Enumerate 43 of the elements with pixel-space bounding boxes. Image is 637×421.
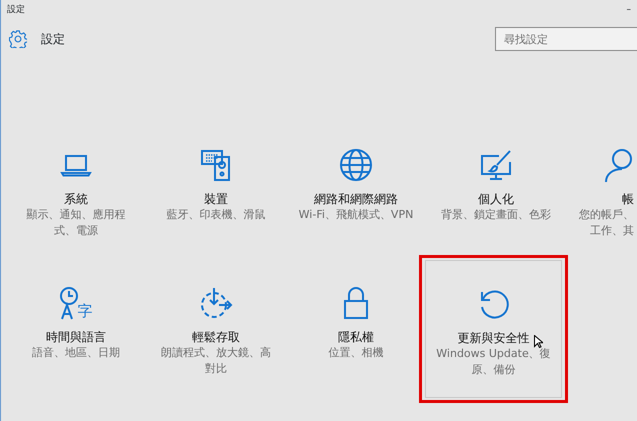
page-title: 設定: [41, 31, 65, 48]
tile-description: 顯示、通知、應用程: [26, 207, 126, 223]
tile-description: 語音、地區、日期: [32, 345, 120, 361]
tile-description: 原、備份: [470, 362, 516, 378]
settings-tile[interactable]: 網路和網際網路 Wi-Fi、飛航模式、VPN: [286, 122, 426, 260]
tile-description: Wi-Fi、飛航模式、VPN: [298, 207, 414, 223]
dashed-circle-arrow-icon: [199, 286, 233, 320]
settings-tile[interactable]: 裝置 藍牙、印表機、滑鼠: [146, 122, 286, 260]
tile-title: 系統: [64, 191, 88, 207]
settings-icon: [9, 30, 27, 48]
settings-tile[interactable]: 帳 您的帳戶、 工作、其: [566, 122, 634, 260]
tile-title: 隱私權: [338, 329, 374, 345]
clock-letter-icon: [60, 287, 78, 320]
settings-tile[interactable]: 更新與安全性 Windows Update、復 原、備份: [425, 260, 562, 398]
tile-description: 對比: [204, 361, 228, 377]
tile-description: 藍牙、印表機、滑鼠: [166, 207, 266, 223]
tile-title: 網路和網際網路: [314, 191, 398, 207]
tile-title: 時間與語言: [46, 329, 106, 345]
monitor-brush-icon: [479, 148, 513, 182]
settings-tile[interactable]: 系統 顯示、通知、應用程 式、電源: [6, 122, 146, 260]
settings-tile[interactable]: 隱私權 位置、相機: [286, 260, 426, 398]
icon-character: 字: [78, 302, 92, 320]
tile-description: 您的帳戶、: [579, 207, 634, 223]
minimize-button[interactable]: –: [626, 4, 631, 18]
tile-description: 背景、鎖定畫面、色彩: [441, 207, 551, 223]
tile-title: 更新與安全性: [458, 330, 530, 346]
settings-tile[interactable]: 輕鬆存取 朗讀程式、放大鏡、高 對比: [146, 260, 286, 398]
window-title: 設定: [7, 4, 25, 18]
keyboard-speaker-icon: [199, 148, 233, 182]
tile-title: 個人化: [478, 191, 514, 207]
tile-title: 帳: [622, 191, 634, 207]
tile-description: 位置、相機: [328, 345, 384, 361]
tile-description: Windows Update、復: [436, 346, 551, 362]
tile-title: 裝置: [204, 191, 228, 207]
globe-icon: [339, 148, 373, 182]
search-field[interactable]: 尋找設定: [495, 27, 637, 51]
tile-description: 式、電源: [53, 223, 99, 239]
settings-tile[interactable]: 個人化 背景、鎖定畫面、色彩: [426, 122, 566, 260]
settings-tile[interactable]: 字 時間與語言 語音、地區、日期: [6, 260, 146, 398]
tile-title: 輕鬆存取: [192, 329, 240, 345]
mouse-pointer-icon: [534, 335, 543, 348]
tile-description: 工作、其: [589, 223, 634, 239]
tile-description: 朗讀程式、放大鏡、高: [161, 345, 271, 361]
